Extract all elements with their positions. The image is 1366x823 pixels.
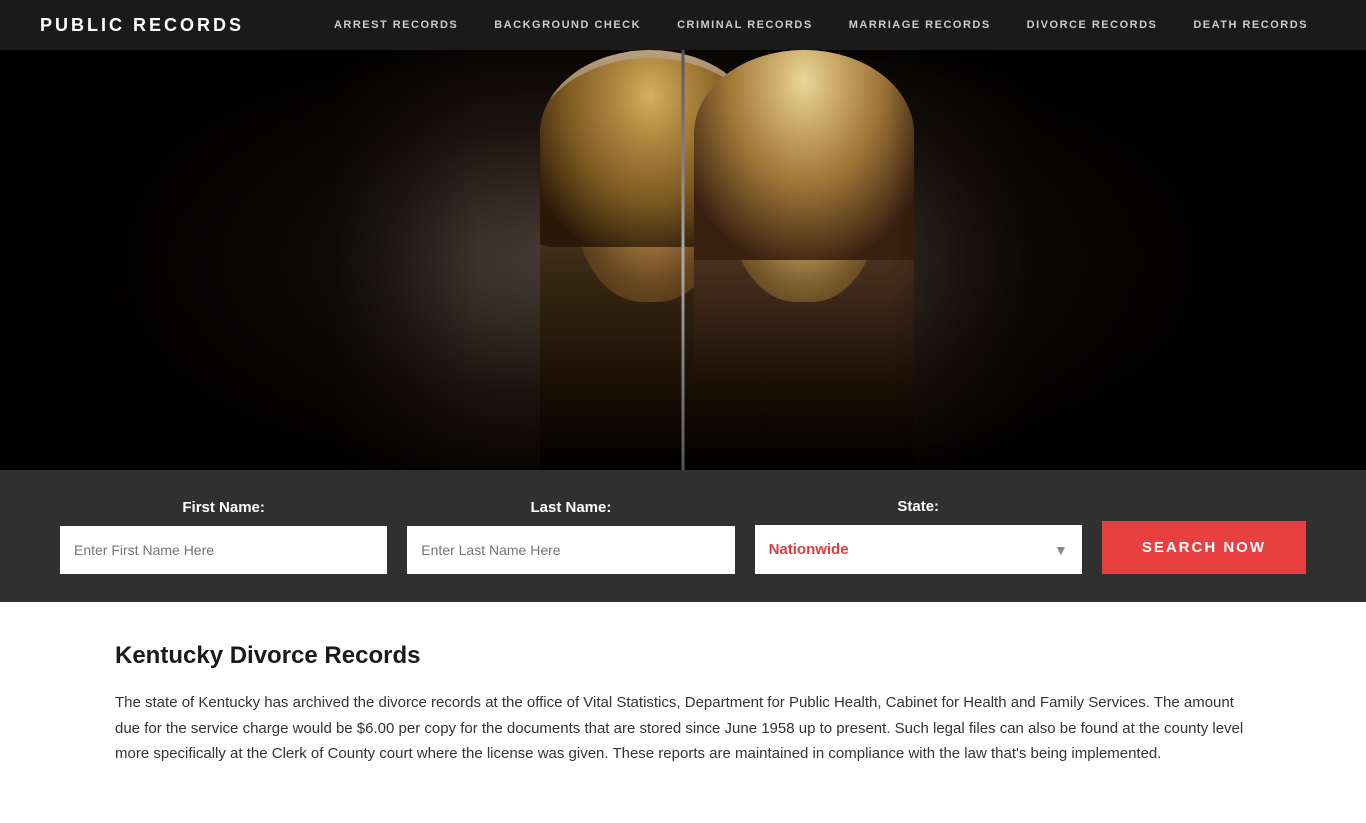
nav-criminal-records[interactable]: CRIMINAL RECORDS bbox=[659, 0, 831, 50]
first-name-label: First Name: bbox=[60, 499, 387, 516]
hero-gradient-right bbox=[888, 50, 1366, 470]
hero-divider bbox=[682, 50, 685, 470]
search-now-button[interactable]: SEARCH NOW bbox=[1102, 521, 1306, 574]
logo[interactable]: PUBLIC RECORDS bbox=[40, 15, 244, 36]
nav-death-records[interactable]: DEATH RECORDS bbox=[1175, 0, 1326, 50]
header: PUBLIC RECORDS ARREST RECORDS BACKGROUND… bbox=[0, 0, 1366, 50]
content-section: Kentucky Divorce Records The state of Ke… bbox=[0, 602, 1366, 823]
main-nav: ARREST RECORDS BACKGROUND CHECK CRIMINAL… bbox=[316, 0, 1326, 50]
nav-background-check[interactable]: BACKGROUND CHECK bbox=[476, 0, 659, 50]
state-field: State: NationwideAlabamaAlaskaArizonaArk… bbox=[755, 498, 1082, 574]
nav-marriage-records[interactable]: MARRIAGE RECORDS bbox=[831, 0, 1009, 50]
last-name-field: Last Name: bbox=[407, 499, 734, 574]
search-bar: First Name: Last Name: State: Nationwide… bbox=[0, 470, 1366, 602]
person-right-figure bbox=[694, 50, 914, 470]
state-select[interactable]: NationwideAlabamaAlaskaArizonaArkansasCa… bbox=[755, 525, 1082, 574]
page-title: Kentucky Divorce Records bbox=[115, 642, 1251, 670]
last-name-input[interactable] bbox=[407, 526, 734, 574]
state-select-wrapper: NationwideAlabamaAlaskaArizonaArkansasCa… bbox=[755, 525, 1082, 574]
nav-arrest-records[interactable]: ARREST RECORDS bbox=[316, 0, 476, 50]
hero-section bbox=[0, 50, 1366, 470]
last-name-label: Last Name: bbox=[407, 499, 734, 516]
nav-divorce-records[interactable]: DIVORCE RECORDS bbox=[1009, 0, 1176, 50]
content-paragraph-1: The state of Kentucky has archived the d… bbox=[115, 690, 1251, 767]
hero-gradient-left bbox=[0, 50, 478, 470]
state-label: State: bbox=[755, 498, 1082, 515]
first-name-field: First Name: bbox=[60, 499, 387, 574]
first-name-input[interactable] bbox=[60, 526, 387, 574]
